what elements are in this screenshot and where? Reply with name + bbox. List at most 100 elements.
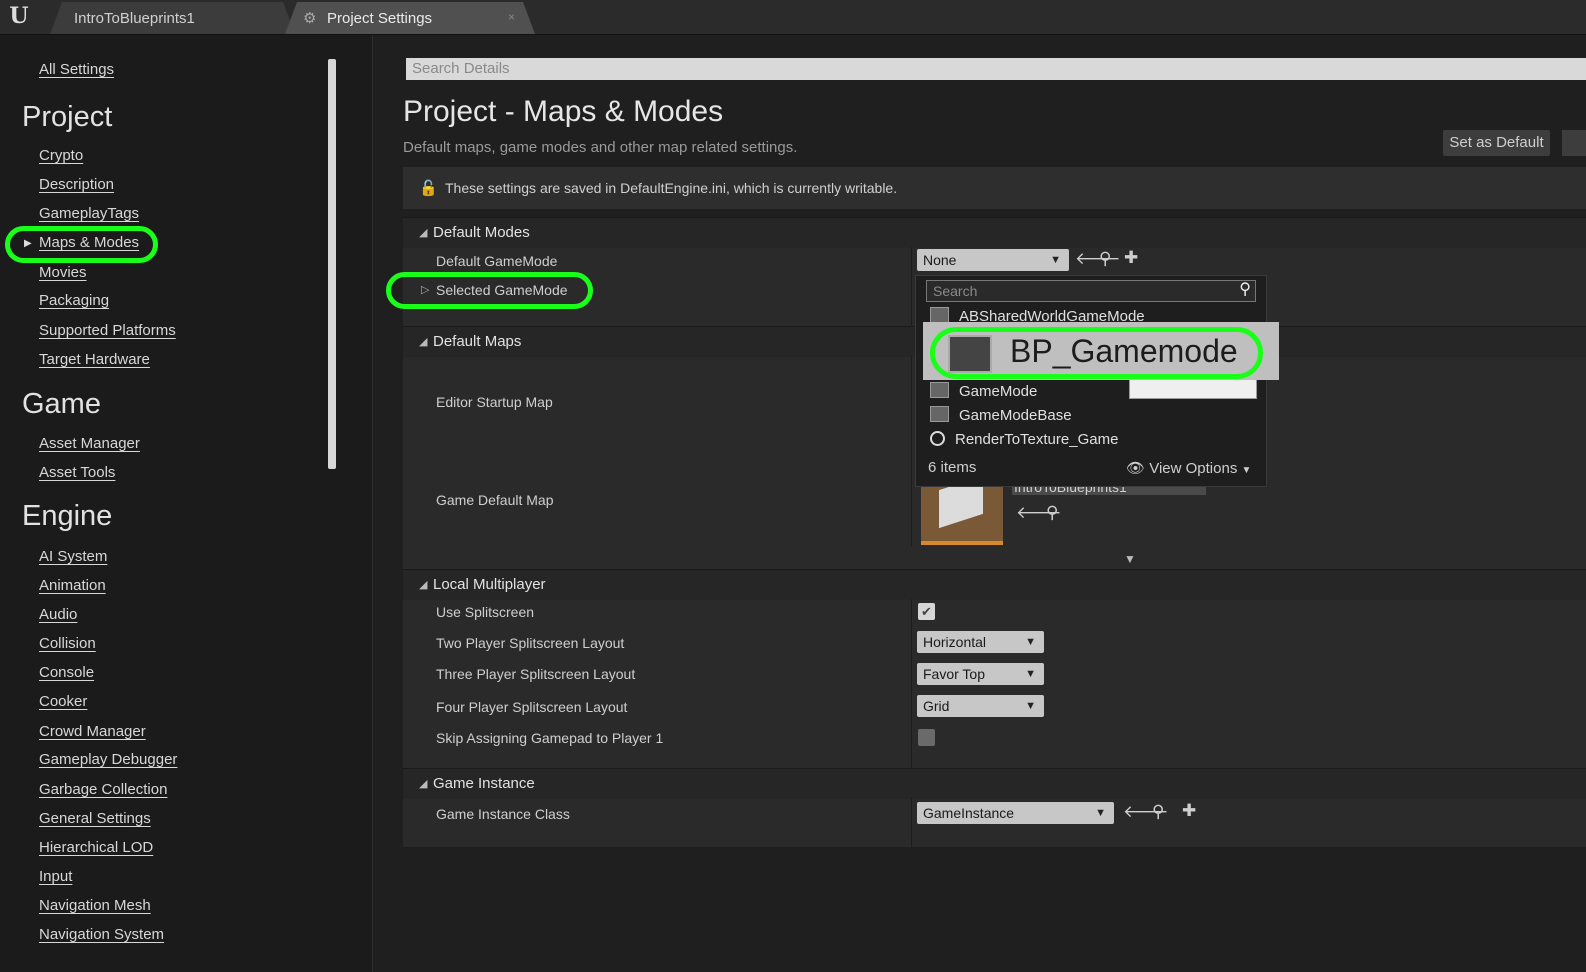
sidebar-item-asset-tools[interactable]: Asset Tools [39,464,115,481]
two-player-layout-label: Two Player Splitscreen Layout [436,635,625,651]
combo-value: GameInstance [923,805,1015,821]
sidebar-item-hierarchical-lod[interactable]: Hierarchical LOD [39,839,153,856]
game-instance-class-combo[interactable]: GameInstance ▼ [917,802,1114,824]
combo-value: None [923,252,957,268]
sidebar-item-garbage-collection[interactable]: Garbage Collection [39,781,167,798]
highlight-ring-maps-modes [5,226,158,263]
popup-item-gamemodebase[interactable]: GameModeBase [930,406,1072,424]
highlight-ring-bp-gamemode [930,327,1263,379]
class-icon [930,382,949,398]
sidebar-item-cooker[interactable]: Cooker [39,693,87,710]
three-player-layout-combo[interactable]: Favor Top ▼ [917,663,1044,685]
section-title: Game Instance [433,775,535,792]
popup-item-label: GameMode [959,383,1038,400]
sidebar-item-navigation-system[interactable]: Navigation System [39,926,164,943]
popup-item-label: GameModeBase [959,407,1072,424]
page-subtitle: Default maps, game modes and other map r… [403,139,798,156]
sidebar-item-supported-platforms[interactable]: Supported Platforms [39,322,176,339]
search-details-input[interactable]: Search Details [406,58,1586,80]
sidebar-item-console[interactable]: Console [39,664,94,681]
popup-search-input[interactable]: Search ⚲ [926,280,1256,302]
editor-startup-map-label: Editor Startup Map [436,394,553,410]
game-default-map-label: Game Default Map [436,492,554,508]
circle-class-icon [930,431,945,446]
collapse-icon: ◢ [419,579,428,591]
skip-gamepad-checkbox[interactable] [918,729,935,746]
sidebar-item-ai-system[interactable]: AI System [39,548,107,565]
sidebar-item-collision[interactable]: Collision [39,635,96,652]
combo-value: Grid [923,698,950,714]
browse-magnifier-icon[interactable]: ⚲ [1152,802,1164,822]
four-player-layout-label: Four Player Splitscreen Layout [436,699,628,715]
view-options-label: View Options [1149,460,1238,477]
popup-item-count: 6 items [928,459,977,476]
chevron-down-icon: ▼ [1025,700,1036,712]
sidebar-item-crowd-manager[interactable]: Crowd Manager [39,723,146,740]
section-local-multiplayer[interactable]: ◢ Local Multiplayer [403,569,1586,600]
add-plus-icon[interactable]: ✚ [1124,248,1138,268]
chevron-down-icon: ▼ [1095,807,1106,819]
unreal-logo-icon[interactable]: U [6,3,32,29]
browse-magnifier-icon[interactable]: ⚲ [1046,503,1058,523]
tab-project-settings[interactable]: ⚙ Project Settings × [285,2,535,34]
sidebar-item-all-settings[interactable]: All Settings [39,61,114,78]
column-divider [911,798,912,848]
browse-magnifier-icon[interactable]: ⚲ [1099,249,1111,269]
chevron-down-icon: ▼ [1025,668,1036,680]
popup-search-placeholder: Search [933,283,978,299]
sidebar-item-packaging[interactable]: Packaging [39,292,109,309]
add-plus-icon[interactable]: ✚ [1182,801,1196,821]
close-icon[interactable]: × [508,10,515,24]
sidebar-item-gameplay-debugger[interactable]: Gameplay Debugger [39,751,177,768]
combo-value: Favor Top [923,666,985,682]
title-bar: U IntroToBlueprints1 ⚙ Project Settings … [0,0,1586,35]
search-icon: ⚲ [1239,281,1251,298]
section-game-instance[interactable]: ◢ Game Instance [403,768,1586,799]
export-button[interactable] [1562,130,1586,156]
writable-notice: 🔓 These settings are saved in DefaultEng… [403,167,1586,209]
sidebar-item-general-settings[interactable]: General Settings [39,810,151,827]
view-options-button[interactable]: 👁 View Options ▼ [1126,459,1251,477]
sidebar-item-animation[interactable]: Animation [39,577,106,594]
two-player-layout-combo[interactable]: Horizontal ▼ [917,631,1044,653]
section-title: Default Maps [433,333,522,350]
three-player-layout-label: Three Player Splitscreen Layout [436,666,636,682]
default-gamemode-combo[interactable]: None ▼ [917,249,1069,271]
section-default-modes[interactable]: ◢ Default Modes [403,217,1586,248]
sidebar-section-engine: Engine [22,500,113,532]
gear-icon: ⚙ [303,10,317,27]
skip-gamepad-label: Skip Assigning Gamepad to Player 1 [436,730,664,746]
advanced-expand-icon[interactable]: ▼ [1124,552,1136,566]
chevron-down-icon: ▼ [1050,254,1061,266]
popup-item-rendertotexture-game[interactable]: RenderToTexture_Game [930,431,1118,448]
sidebar-section-project: Project [22,101,113,133]
collapse-icon: ◢ [419,336,428,348]
sidebar-scrollbar[interactable] [328,59,336,469]
sidebar-item-asset-manager[interactable]: Asset Manager [39,435,140,452]
sidebar-item-navigation-mesh[interactable]: Navigation Mesh [39,897,151,914]
unlock-icon: 🔓 [419,180,438,197]
use-splitscreen-label: Use Splitscreen [436,604,535,620]
use-splitscreen-checkbox[interactable]: ✔ [918,603,935,620]
popup-item-gamemode[interactable]: GameMode [930,382,1037,400]
popup-item-label: RenderToTexture_Game [955,431,1119,448]
eye-icon: 👁 [1126,460,1146,477]
map-thumbnail[interactable] [921,475,1003,545]
page-title: Project - Maps & Modes [403,95,724,128]
highlight-ring-selected-gamemode [386,272,593,309]
sidebar-item-target-hardware[interactable]: Target Hardware [39,351,150,368]
use-selected-arrow-icon[interactable]: 🡐 [1075,249,1121,269]
collapse-icon: ◢ [419,227,428,239]
sidebar-item-audio[interactable]: Audio [39,606,77,623]
sidebar-item-movies[interactable]: Movies [39,264,87,281]
set-as-default-button[interactable]: Set as Default [1443,130,1550,156]
class-icon [930,307,949,323]
class-icon [930,406,949,422]
sidebar-item-gameplaytags[interactable]: GameplayTags [39,205,139,222]
tab-label: IntroToBlueprints1 [74,10,195,27]
four-player-layout-combo[interactable]: Grid ▼ [917,695,1044,717]
sidebar-item-description[interactable]: Description [39,176,114,193]
tab-introtoblueprints1[interactable]: IntroToBlueprints1 [50,2,295,34]
sidebar-item-crypto[interactable]: Crypto [39,147,83,164]
sidebar-item-input[interactable]: Input [39,868,72,885]
